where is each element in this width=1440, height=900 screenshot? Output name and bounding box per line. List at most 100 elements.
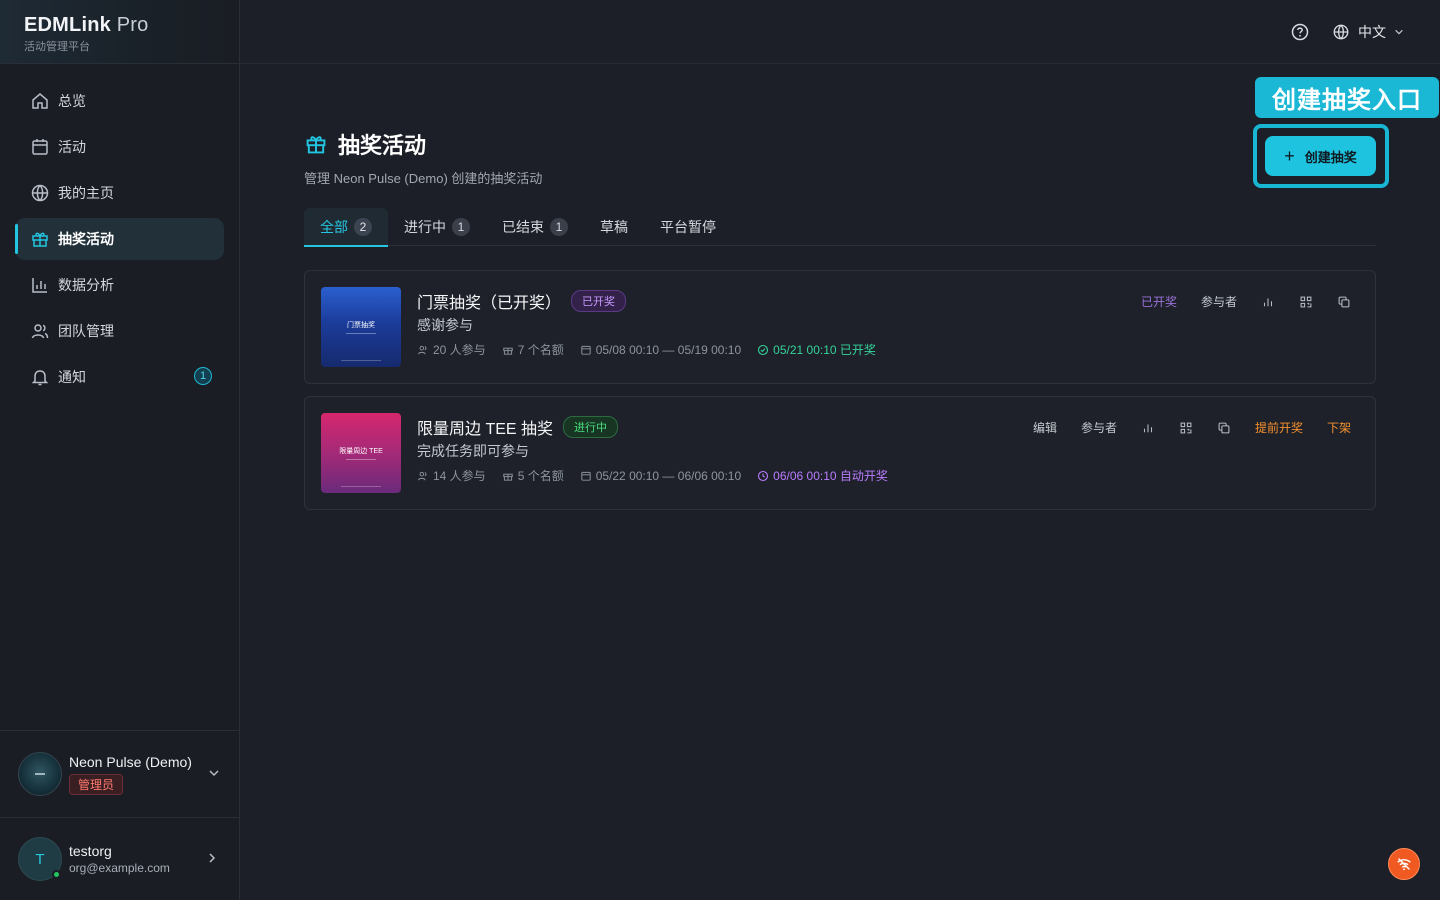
- bar-chart-icon: [1263, 298, 1273, 306]
- slots-count: 5 个名额: [502, 467, 564, 484]
- tab-all[interactable]: 全部 2: [304, 208, 388, 247]
- participants-button[interactable]: 参与者: [1081, 419, 1117, 436]
- tab-label: 草稿: [600, 219, 628, 235]
- lottery-card[interactable]: 门票抽奖 门票抽奖（已开奖） 已开奖 感谢参与 20 人参与 7 个名额 05/…: [304, 270, 1376, 384]
- tab-count: 1: [452, 218, 470, 236]
- chevron-down-icon: [1395, 29, 1403, 35]
- participants-count: 14 人参与: [417, 467, 486, 484]
- participants-text: 20 人参与: [433, 343, 486, 357]
- bell-icon: [31, 370, 49, 386]
- draw-time: 05/21 00:10 已开奖: [757, 341, 876, 358]
- stats-button[interactable]: [1141, 421, 1155, 435]
- page-header: 抽奖活动 管理 Neon Pulse (Demo) 创建的抽奖活动: [304, 128, 542, 187]
- edit-button[interactable]: 编辑: [1033, 419, 1057, 436]
- user-info: testorg org@example.com: [69, 843, 170, 875]
- sidebar-item-events[interactable]: 活动: [15, 126, 224, 168]
- brand-subtitle: 活动管理平台: [24, 41, 90, 53]
- wifi-off-icon: [1397, 858, 1411, 871]
- lottery-meta: 20 人参与 7 个名额 05/08 00:10 — 05/19 00:10 0…: [417, 341, 892, 358]
- users-icon: [418, 471, 427, 480]
- stats-button[interactable]: [1261, 295, 1275, 309]
- draw-early-button[interactable]: 提前开奖: [1255, 419, 1303, 436]
- org-switcher[interactable]: Neon Pulse (Demo) 管理员: [0, 730, 240, 818]
- user-avatar: T: [18, 837, 62, 881]
- sidebar-item-notifications[interactable]: 通知 1: [15, 356, 224, 398]
- calendar-icon: [32, 139, 48, 155]
- calendar-icon: [581, 345, 591, 355]
- create-entry-callout: 创建抽奖入口: [1255, 77, 1439, 118]
- lottery-title-text: 门票抽奖（已开奖）: [417, 295, 562, 312]
- period-text: 05/08 00:10 — 05/19 00:10: [595, 342, 742, 357]
- sidebar-item-homepage[interactable]: 我的主页: [15, 172, 224, 214]
- sidebar-item-lottery[interactable]: 抽奖活动: [15, 218, 224, 260]
- user-initial: T: [35, 850, 45, 868]
- org-info: Neon Pulse (Demo) 管理员: [69, 754, 192, 795]
- sidebar-item-label: 团队管理: [58, 323, 114, 339]
- tab-count: 2: [354, 218, 372, 236]
- org-name: Neon Pulse (Demo): [69, 753, 192, 770]
- sidebar: EDMLink Pro 活动管理平台 总览 活动 我的主页 抽奖活动 数据分析 …: [0, 0, 240, 900]
- offline-status-button[interactable]: [1388, 848, 1420, 880]
- brand-name: EDMLink: [24, 14, 111, 36]
- users-icon: [418, 345, 427, 354]
- lottery-period: 05/08 00:10 — 05/19 00:10: [580, 343, 741, 357]
- language-selector[interactable]: 中文: [1332, 22, 1412, 42]
- qrcode-button[interactable]: [1299, 295, 1313, 309]
- tab-drafts[interactable]: 草稿: [584, 208, 644, 246]
- create-lottery-label: 创建抽奖: [1304, 149, 1357, 165]
- org-avatar: [18, 752, 62, 796]
- lottery-card[interactable]: 限量周边 TEE 限量周边 TEE 抽奖 进行中 完成任务即可参与 14 人参与…: [304, 396, 1376, 510]
- lottery-actions: 已开奖 参与者: [1117, 293, 1351, 310]
- bar-chart-icon: [1143, 424, 1152, 432]
- lottery-title-text: 限量周边 TEE 抽奖: [417, 421, 554, 438]
- user-menu[interactable]: T testorg org@example.com: [0, 818, 240, 900]
- sidebar-item-team[interactable]: 团队管理: [15, 310, 224, 352]
- status-badge: 进行中: [563, 416, 619, 438]
- sidebar-item-label: 抽奖活动: [58, 231, 114, 247]
- brand-title: EDMLink Pro: [24, 14, 215, 37]
- brand[interactable]: EDMLink Pro 活动管理平台: [0, 0, 239, 64]
- tab-platform-paused[interactable]: 平台暂停: [644, 208, 732, 246]
- gift-icon: [503, 347, 513, 355]
- lottery-actions: 编辑 参与者 提前开奖 下架: [1009, 419, 1351, 436]
- tab-label: 已结束: [502, 219, 544, 235]
- calendar-icon: [581, 471, 591, 481]
- draw-text: 06/06 00:10 自动开奖: [773, 469, 888, 483]
- top-bar: 中文: [240, 0, 1440, 64]
- sidebar-item-label: 总览: [58, 93, 86, 109]
- chart-icon: [32, 278, 47, 293]
- draw-time: 06/06 00:10 自动开奖: [757, 467, 888, 484]
- drawn-status-label: 已开奖: [1140, 295, 1177, 309]
- sidebar-item-analytics[interactable]: 数据分析: [15, 264, 224, 306]
- lottery-meta: 14 人参与 5 个名额 05/22 00:10 — 06/06 00:10 0…: [417, 467, 904, 484]
- thumbnail-text: 门票抽奖: [347, 322, 375, 329]
- brand-suffix: Pro: [116, 14, 149, 36]
- copy-button[interactable]: [1217, 421, 1231, 435]
- copy-icon: [1218, 422, 1230, 433]
- period-text: 05/22 00:10 — 06/06 00:10: [595, 468, 742, 483]
- copy-button[interactable]: [1337, 295, 1351, 309]
- user-email: org@example.com: [69, 861, 170, 875]
- lottery-thumbnail: 门票抽奖: [321, 287, 401, 367]
- tab-ongoing[interactable]: 进行中 1: [388, 208, 486, 246]
- check-circle-icon: [758, 344, 769, 355]
- gift-icon: [32, 232, 48, 247]
- help-icon[interactable]: [1290, 22, 1310, 42]
- participants-count: 20 人参与: [417, 341, 486, 358]
- participants-button[interactable]: 参与者: [1201, 293, 1237, 310]
- lottery-title: 限量周边 TEE 抽奖 进行中: [417, 415, 619, 439]
- lottery-period: 05/22 00:10 — 06/06 00:10: [580, 469, 741, 483]
- tab-ended[interactable]: 已结束 1: [486, 208, 584, 246]
- qrcode-button[interactable]: [1179, 421, 1193, 435]
- chevron-right-icon: [209, 853, 216, 863]
- participants-text: 14 人参与: [433, 469, 486, 483]
- globe-icon: [1333, 24, 1349, 40]
- sidebar-item-overview[interactable]: 总览: [15, 80, 224, 122]
- unpublish-button[interactable]: 下架: [1327, 419, 1351, 436]
- page-title-text: 抽奖活动: [338, 133, 427, 158]
- sidebar-item-label: 数据分析: [58, 277, 114, 293]
- lottery-description: 完成任务即可参与: [417, 443, 529, 459]
- online-status-dot: [52, 870, 61, 879]
- create-lottery-button[interactable]: + 创建抽奖: [1265, 136, 1376, 176]
- sidebar-item-label: 通知: [58, 369, 86, 385]
